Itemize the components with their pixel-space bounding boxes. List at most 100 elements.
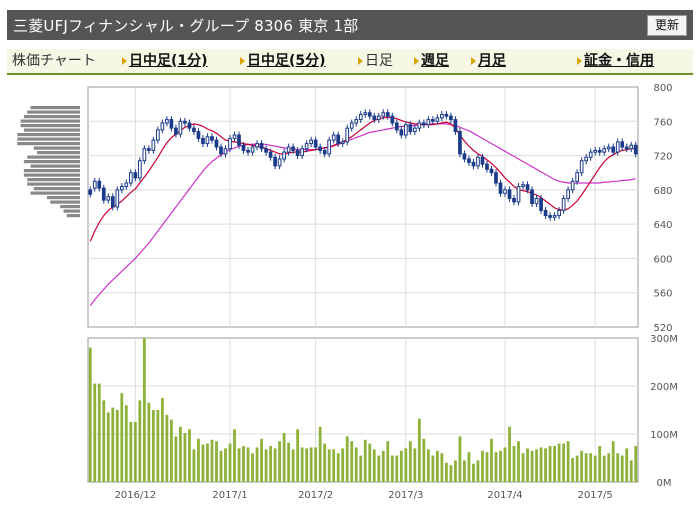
volume-bar [133, 422, 137, 482]
volume-tick-label: 0M [657, 478, 672, 489]
candlestick [124, 182, 129, 187]
candlestick [561, 197, 566, 211]
candlestick [633, 144, 638, 155]
volume-profile-bar [33, 146, 80, 150]
volume-bar [224, 448, 227, 482]
volume-bar [341, 448, 345, 482]
volume-bar [629, 460, 633, 482]
candlestick [174, 127, 178, 135]
volume-profile-bar [37, 151, 80, 155]
candlestick [584, 156, 589, 162]
candlestick [201, 137, 205, 145]
volume-bar [102, 400, 106, 482]
volume-bar [210, 439, 214, 482]
candlestick [620, 141, 625, 148]
volume-bar [508, 426, 511, 482]
volume-bar [242, 446, 245, 482]
candlestick [521, 184, 525, 187]
volume-bar [377, 455, 381, 482]
price-tick-label: 800 [653, 83, 672, 94]
price-tick-label: 520 [653, 323, 672, 334]
candlestick [530, 189, 534, 205]
candlestick [327, 139, 332, 155]
candlestick [444, 113, 449, 117]
candlestick [300, 148, 304, 157]
candlestick [593, 149, 598, 153]
volume-bar [282, 433, 286, 482]
x-tick-label: 2017/1 [212, 490, 247, 501]
volume-bar [318, 426, 322, 482]
candlestick [286, 146, 291, 153]
candlestick [205, 136, 210, 145]
candlestick [408, 124, 413, 133]
candlestick [277, 158, 282, 167]
volume-bar [120, 393, 124, 482]
volume-bar [215, 441, 218, 482]
volume-bar [260, 438, 263, 482]
volume-bar [494, 452, 498, 482]
volume-bar [269, 446, 272, 482]
candlestick [128, 172, 133, 184]
candlestick [390, 115, 395, 124]
candlestick [516, 185, 521, 203]
candlestick [358, 113, 363, 121]
candlestick [412, 127, 417, 133]
volume-bar [454, 460, 457, 482]
candlestick [602, 148, 607, 153]
volume-profile-bar [23, 115, 80, 119]
volume-profile-bar [20, 119, 81, 123]
candlestick [606, 146, 611, 150]
candlestick [183, 120, 187, 124]
candlestick [115, 189, 120, 208]
volume-bar [467, 452, 471, 482]
volume-bar [499, 450, 502, 482]
candlestick [192, 127, 196, 133]
candlestick [137, 160, 142, 179]
volume-bar [463, 460, 466, 482]
volume-profile-bar [27, 178, 80, 182]
candlestick [471, 161, 476, 167]
volume-bar [206, 443, 209, 482]
candlestick [480, 156, 485, 165]
candlestick [268, 151, 273, 158]
volume-bar [476, 460, 480, 482]
volume-bar [160, 398, 164, 482]
volume-bar [255, 447, 259, 482]
volume-bar [233, 429, 236, 482]
volume-profile-bar [23, 173, 80, 177]
volume-bar [616, 453, 620, 482]
candlestick [570, 180, 575, 191]
candlestick [557, 209, 561, 217]
volume-bar [278, 441, 281, 482]
volume-bar [386, 441, 390, 482]
volume-bar [431, 455, 435, 482]
volume-bar [174, 436, 178, 482]
volume-bar [97, 383, 101, 482]
candlestick [403, 124, 408, 136]
candlestick [394, 122, 399, 131]
candlestick [156, 129, 160, 141]
volume-bar [147, 402, 151, 482]
candlestick [489, 168, 494, 174]
candlestick [232, 134, 237, 139]
candlestick [228, 137, 232, 150]
volume-bar [535, 449, 538, 482]
volume-bar [354, 447, 358, 482]
candlestick [534, 197, 539, 205]
candlestick [259, 143, 264, 150]
volume-bar [183, 433, 187, 482]
volume-profile-bar [17, 137, 80, 141]
x-tick-label: 2017/4 [487, 490, 522, 501]
candlestick [219, 146, 223, 155]
candlestick [629, 144, 634, 150]
volume-bar [404, 448, 408, 482]
candlestick [422, 122, 426, 126]
candlestick [426, 119, 431, 126]
volume-profile-bar [33, 187, 80, 191]
candlestick [381, 112, 386, 117]
candlestick [241, 144, 246, 151]
volume-bar [142, 338, 146, 482]
volume-bar [237, 448, 241, 482]
volume-bar [521, 453, 525, 482]
volume-bar [314, 447, 318, 482]
